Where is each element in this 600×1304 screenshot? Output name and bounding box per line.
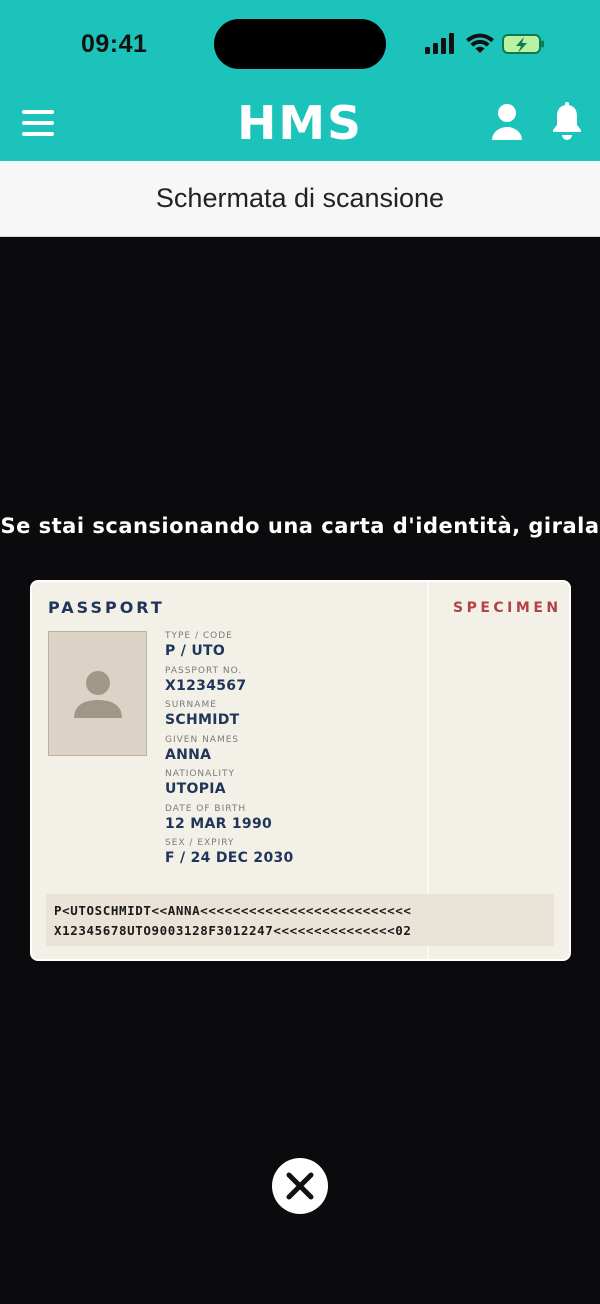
scan-instruction: Se stai scansionando una carta d'identit… [0, 514, 600, 538]
field-label: SURNAME [165, 700, 217, 710]
signal-icon [425, 33, 454, 54]
field-passport-number: PASSPORT NO. X1234567 [165, 666, 425, 701]
user-icon[interactable] [490, 103, 524, 141]
mrz-line-1: P<UTOSCHMIDT<<ANNA<<<<<<<<<<<<<<<<<<<<<<… [54, 903, 412, 918]
field-label: SEX / EXPIRY [165, 838, 235, 848]
screen-title-bar: Schermata di scansione [0, 161, 600, 237]
mrz-line-2: X12345678UTO9003128F3012247<<<<<<<<<<<<<… [54, 923, 412, 938]
passport-fields: TYPE / CODE P / UTO PASSPORT NO. X123456… [165, 631, 425, 873]
field-label: GIVEN NAMES [165, 734, 240, 745]
screen-title: Schermata di scansione [155, 183, 445, 213]
field-sex-expiry: SEX / EXPIRY F / 24 DEC 2030 [165, 838, 425, 873]
field-value: ANNA [165, 746, 212, 763]
field-value: 12 MAR 1990 [165, 815, 273, 832]
app-header: 09:41 HMS [0, 0, 600, 161]
dynamic-island [214, 19, 386, 69]
close-button[interactable] [272, 1158, 328, 1214]
field-type-code: TYPE / CODE P / UTO [165, 631, 425, 666]
bell-icon[interactable] [551, 101, 583, 141]
status-time: 09:41 [81, 30, 148, 58]
field-value: SCHMIDT [165, 712, 240, 728]
mrz-zone: P<UTOSCHMIDT<<ANNA<<<<<<<<<<<<<<<<<<<<<<… [46, 894, 554, 946]
specimen-watermark: SPECIMEN [453, 600, 562, 616]
field-label: NATIONALITY [165, 769, 235, 779]
wifi-icon [466, 33, 494, 53]
close-icon [286, 1172, 314, 1200]
passport-title: PASSPORT [48, 598, 165, 617]
person-icon [74, 671, 122, 718]
field-value: UTOPIA [165, 781, 226, 797]
field-nationality: NATIONALITY UTOPIA [165, 769, 425, 804]
field-label: DATE OF BIRTH [165, 803, 247, 814]
field-value: F / 24 DEC 2030 [165, 850, 294, 866]
field-value: P / UTO [165, 643, 226, 659]
status-icons [425, 33, 544, 54]
passport-photo [48, 631, 147, 756]
field-label: TYPE / CODE [165, 631, 233, 641]
battery-icon [502, 34, 544, 54]
field-date-of-birth: DATE OF BIRTH 12 MAR 1990 [165, 804, 425, 839]
field-surname: SURNAME SCHMIDT [165, 700, 425, 735]
field-given-names: GIVEN NAMES ANNA [165, 735, 425, 770]
field-value: X1234567 [165, 677, 247, 694]
field-label: PASSPORT NO. [165, 665, 243, 676]
passport-card: PASSPORT SPECIMEN TYPE / CODE P / UTO PA… [30, 580, 571, 961]
